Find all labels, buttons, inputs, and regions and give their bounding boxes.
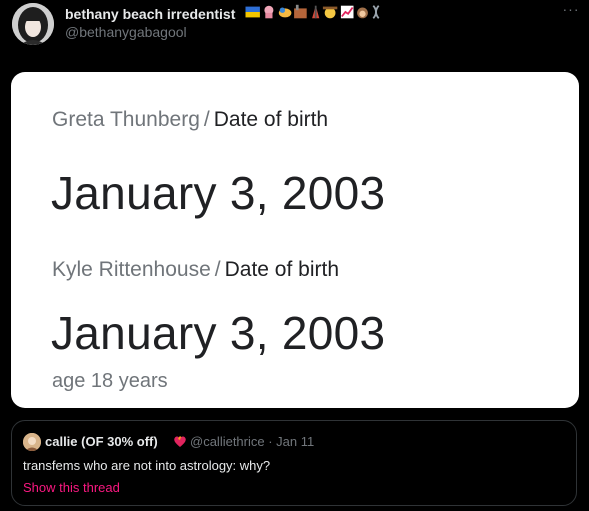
greta-breadcrumb: Greta Thunberg / Date of birth [52, 108, 328, 132]
author-avatar[interactable] [12, 3, 54, 45]
quoted-author-name: callie (OF 30% off) [45, 434, 158, 449]
clam-icon [278, 7, 292, 18]
kyle-breadcrumb: Kyle Rittenhouse / Date of birth [52, 258, 339, 282]
kyle-age: age 18 years [52, 370, 168, 392]
monkey-face-icon [357, 7, 368, 19]
name-emoji-row [245, 4, 380, 19]
kyle-separator: / [214, 258, 221, 281]
author-display-name[interactable]: bethany beach irredentist [65, 6, 235, 22]
chart-increasing-icon [340, 5, 354, 19]
kyle-date-value: January 3, 2003 [51, 307, 386, 359]
greta-field: Date of birth [213, 108, 329, 131]
tweet-media-image[interactable]: Greta Thunberg / Date of birth January 3, … [11, 72, 579, 408]
factory-icon [294, 4, 307, 19]
radio-tower-icon [312, 5, 320, 19]
greta-separator: / [203, 108, 210, 131]
more-options-icon[interactable]: ··· [560, 2, 582, 20]
kyle-field: Date of birth [224, 258, 340, 281]
quoted-tweet[interactable]: callie (OF 30% off) @calliethrice · Jan … [11, 420, 577, 506]
sea-creature-icon [264, 5, 274, 19]
quoted-author-avatar [23, 433, 41, 451]
author-handle[interactable]: @bethanygabagool [65, 24, 187, 40]
dna-icon [372, 5, 380, 19]
cowboy-face-icon [322, 6, 338, 19]
quoted-tweet-text: transfems who are not into astrology: wh… [23, 458, 271, 473]
greta-subject: Greta Thunberg [52, 108, 200, 131]
tweet-header: bethany beach irredentist @bethanygabago… [0, 0, 589, 60]
show-thread-link[interactable]: Show this thread [23, 480, 120, 495]
ukraine-flag-icon [245, 6, 260, 18]
greta-date-value: January 3, 2003 [51, 167, 386, 219]
quoted-author-handle-date: @calliethrice · Jan 11 [190, 434, 315, 449]
fire-heart-icon [174, 436, 186, 447]
kyle-subject: Kyle Rittenhouse [52, 258, 211, 281]
